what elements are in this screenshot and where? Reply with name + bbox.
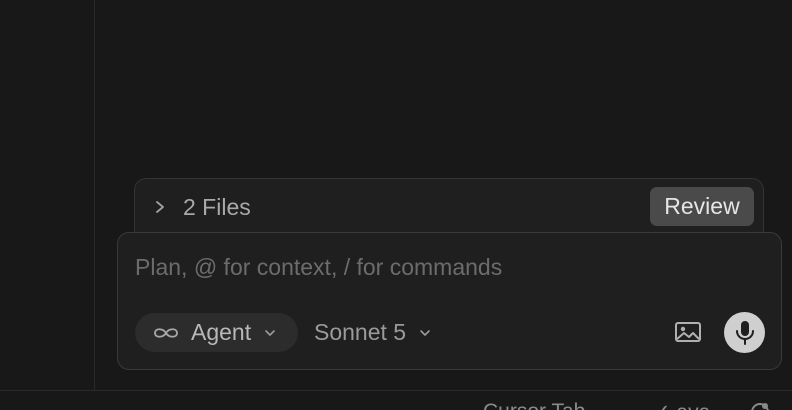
infinity-icon — [154, 327, 178, 338]
files-toggle[interactable]: 2 Files — [153, 193, 251, 221]
mode-label: Agent — [191, 319, 252, 345]
check-status[interactable]: ✓ ava — [653, 400, 710, 410]
cursor-tab-status[interactable]: Cursor Tab — [483, 400, 585, 410]
image-icon — [675, 322, 701, 342]
attach-image-button[interactable] — [673, 319, 703, 345]
model-selector[interactable]: Sonnet 5 — [314, 313, 431, 352]
mode-selector[interactable]: Agent — [135, 313, 298, 352]
app-window: 2 Files Review Agent Sonnet 5 — [0, 0, 792, 410]
model-label: Sonnet 5 — [314, 319, 407, 345]
chevron-down-icon — [420, 329, 430, 336]
left-sidebar-pane — [0, 0, 95, 390]
chevron-down-icon — [265, 329, 275, 336]
files-count-label: 2 Files — [183, 193, 251, 220]
chevron-right-icon — [156, 201, 164, 213]
composer: Agent Sonnet 5 — [117, 232, 782, 370]
microphone-icon — [735, 320, 754, 345]
bell-icon[interactable] — [749, 401, 771, 410]
review-button[interactable]: Review — [650, 187, 754, 226]
prompt-input[interactable] — [135, 251, 755, 283]
microphone-button[interactable] — [724, 312, 765, 353]
status-bar: Cursor Tab ✓ ava — [0, 390, 792, 410]
